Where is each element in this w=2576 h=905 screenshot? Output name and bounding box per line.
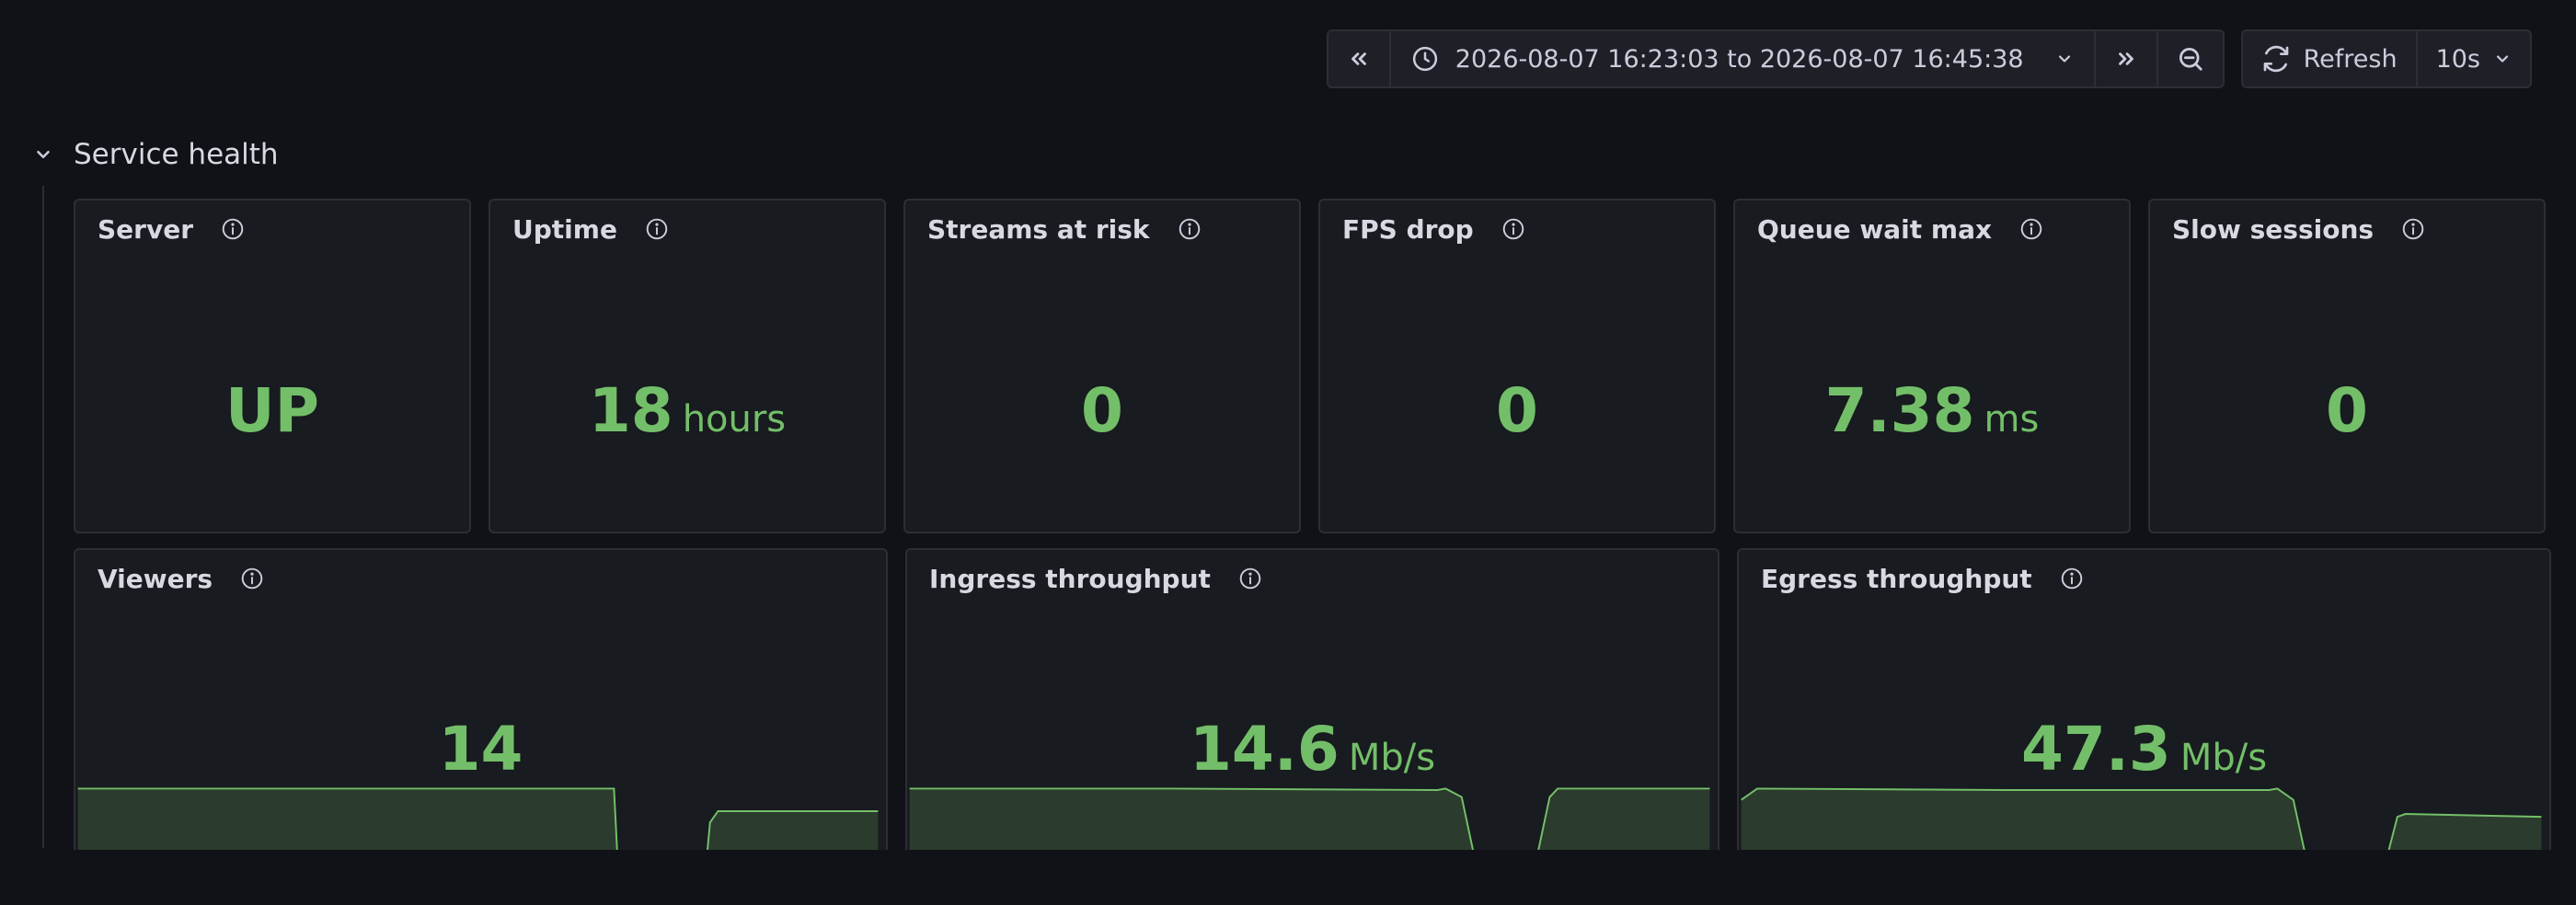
refresh-interval-picker[interactable]: 10s — [2415, 31, 2530, 86]
row-title: Service health — [74, 138, 279, 171]
stat-number: 0 — [1081, 375, 1123, 446]
panel-header: Slow sessions — [2150, 200, 2544, 258]
stat-panel[interactable]: Streams at risk 0 — [903, 199, 1301, 533]
time-range-label: 2026-08-07 16:23:03 to 2026-08-07 16:45:… — [1455, 44, 2024, 74]
panel-title: Slow sessions — [2172, 213, 2375, 245]
stat-value: 0 — [2150, 375, 2544, 446]
info-icon[interactable] — [1178, 217, 1202, 241]
stat-unit: hours — [682, 398, 787, 441]
stat-value: 0 — [1320, 375, 1714, 446]
chevron-down-icon — [2058, 55, 2070, 63]
row-header[interactable]: Service health — [33, 138, 279, 171]
refresh-button[interactable]: Refresh — [2243, 31, 2416, 86]
stat-panel[interactable]: FPS drop 0 — [1318, 199, 1716, 533]
stat-value: 7.38 ms — [1735, 375, 2129, 446]
timeseries-number: 14 — [438, 714, 523, 785]
time-range-group: 2026-08-07 16:23:03 to 2026-08-07 16:45:… — [1326, 29, 2225, 88]
panel-title: Queue wait max — [1757, 213, 1993, 245]
panel-header: FPS drop — [1320, 200, 1714, 258]
chevron-down-icon — [2496, 55, 2509, 63]
timeseries-value: 14.6 Mb/s — [907, 714, 1718, 785]
timeseries-panel[interactable]: Egress throughput 47.3 Mb/s — [1737, 548, 2551, 898]
stat-number: UP — [225, 375, 319, 446]
clock-icon — [1412, 46, 1437, 72]
info-icon[interactable] — [221, 217, 245, 241]
shift-back-button[interactable] — [1328, 31, 1389, 86]
timeseries-unit: Mb/s — [1348, 737, 1436, 779]
info-icon[interactable] — [2019, 217, 2043, 241]
viewport-edge — [0, 850, 2576, 905]
panel-header: Queue wait max — [1735, 200, 2129, 258]
stat-number: 18 — [588, 375, 673, 446]
panel-header: Server — [75, 200, 469, 258]
stat-number: 0 — [2326, 375, 2368, 446]
stat-panel[interactable]: Server UP — [74, 199, 471, 533]
timeseries-unit: Mb/s — [2179, 737, 2268, 779]
timeseries-panel[interactable]: Ingress throughput 14.6 Mb/s — [905, 548, 1719, 898]
stat-panel[interactable]: Uptime 18 hours — [489, 199, 886, 533]
timeseries-value: 47.3 Mb/s — [1739, 714, 2549, 785]
stat-value: UP — [75, 375, 469, 446]
panel-title: Uptime — [512, 213, 617, 245]
time-toolbar: 2026-08-07 16:23:03 to 2026-08-07 16:45:… — [1326, 29, 2532, 88]
timeseries-number: 47.3 — [2020, 714, 2171, 785]
chevrons-left-icon — [1351, 52, 1366, 65]
refresh-icon — [2263, 45, 2288, 73]
panel-title: Server — [98, 213, 194, 245]
panel-title: FPS drop — [1342, 213, 1474, 245]
stat-unit: ms — [1984, 398, 2040, 441]
panel-header: Streams at risk — [905, 200, 1299, 258]
chevron-down-icon — [37, 150, 50, 159]
info-icon[interactable] — [1501, 217, 1525, 241]
stat-value: 18 hours — [490, 375, 884, 446]
stat-number: 0 — [1496, 375, 1538, 446]
stat-panel[interactable]: Queue wait max 7.38 ms — [1733, 199, 2131, 533]
zoom-out-icon — [2179, 48, 2202, 71]
refresh-label: Refresh — [2303, 44, 2398, 74]
shift-forward-button[interactable] — [2093, 31, 2156, 86]
panel-header: Uptime — [490, 200, 884, 258]
stat-number: 7.38 — [1824, 375, 1975, 446]
row-divider — [42, 186, 44, 848]
panel-title: Streams at risk — [927, 213, 1150, 245]
zoom-out-button[interactable] — [2156, 31, 2223, 86]
timeseries-value: 14 — [75, 714, 886, 785]
stat-value: 0 — [905, 375, 1299, 446]
time-range-picker[interactable]: 2026-08-07 16:23:03 to 2026-08-07 16:45:… — [1388, 31, 2094, 86]
info-icon[interactable] — [645, 217, 669, 241]
info-icon[interactable] — [2401, 217, 2425, 241]
timeseries-number: 14.6 — [1189, 714, 1340, 785]
chevrons-right-icon — [2118, 52, 2133, 65]
refresh-group: Refresh 10s — [2240, 29, 2532, 88]
stat-panel[interactable]: Slow sessions 0 — [2148, 199, 2546, 533]
timeseries-panel[interactable]: Viewers 14 — [74, 548, 888, 898]
refresh-interval-label: 10s — [2435, 44, 2480, 74]
